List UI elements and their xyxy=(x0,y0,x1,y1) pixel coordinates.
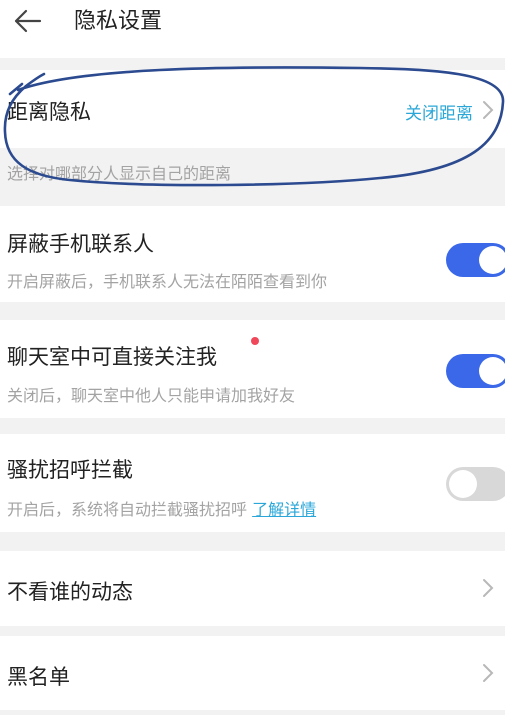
chevron-right-icon xyxy=(483,579,494,597)
block-contacts-description: 开启屏蔽后，手机联系人无法在陌陌查看到你 xyxy=(7,272,328,291)
chevron-right-icon xyxy=(483,101,494,119)
blacklist-row[interactable]: 黑名单 xyxy=(0,636,505,710)
harassment-block-toggle[interactable] xyxy=(446,467,505,501)
distance-privacy-row[interactable]: 距离隐私 关闭距离 xyxy=(0,70,505,148)
new-badge-dot xyxy=(251,337,259,345)
distance-privacy-label: 距离隐私 xyxy=(7,100,91,124)
chatroom-follow-row: 聊天室中可直接关注我 关闭后，聊天室中他人只能申请加我好友 xyxy=(0,320,505,418)
toggle-knob xyxy=(479,246,505,274)
arrow-left-icon[interactable] xyxy=(10,6,46,36)
harassment-block-label: 骚扰招呼拦截 xyxy=(7,458,133,482)
learn-more-link[interactable]: 了解详情 xyxy=(252,500,316,519)
blacklist-label: 黑名单 xyxy=(7,665,70,689)
block-contacts-label: 屏蔽手机联系人 xyxy=(7,232,154,256)
block-contacts-row: 屏蔽手机联系人 开启屏蔽后，手机联系人无法在陌陌查看到你 xyxy=(0,206,505,302)
chatroom-follow-toggle[interactable] xyxy=(446,354,505,388)
app-header: 隐私设置 xyxy=(0,0,505,58)
chatroom-follow-label: 聊天室中可直接关注我 xyxy=(7,345,217,369)
chevron-right-icon xyxy=(483,664,494,682)
harassment-block-row: 骚扰招呼拦截 开启后，系统将自动拦截骚扰招呼 了解详情 xyxy=(0,434,505,532)
toggle-knob xyxy=(449,470,477,498)
page-title: 隐私设置 xyxy=(74,9,163,34)
toggle-knob xyxy=(479,357,505,385)
block-contacts-toggle[interactable] xyxy=(446,243,505,277)
hide-moments-row[interactable]: 不看谁的动态 xyxy=(0,551,505,626)
chatroom-follow-description: 关闭后，聊天室中他人只能申请加我好友 xyxy=(7,386,296,405)
distance-privacy-description: 选择对哪部分人显示自己的距离 xyxy=(7,164,232,183)
distance-privacy-value[interactable]: 关闭距离 xyxy=(405,99,473,124)
harassment-block-description: 开启后，系统将自动拦截骚扰招呼 xyxy=(7,500,248,519)
harassment-block-description-line: 开启后，系统将自动拦截骚扰招呼 了解详情 xyxy=(7,496,316,520)
hide-moments-label: 不看谁的动态 xyxy=(7,580,133,604)
